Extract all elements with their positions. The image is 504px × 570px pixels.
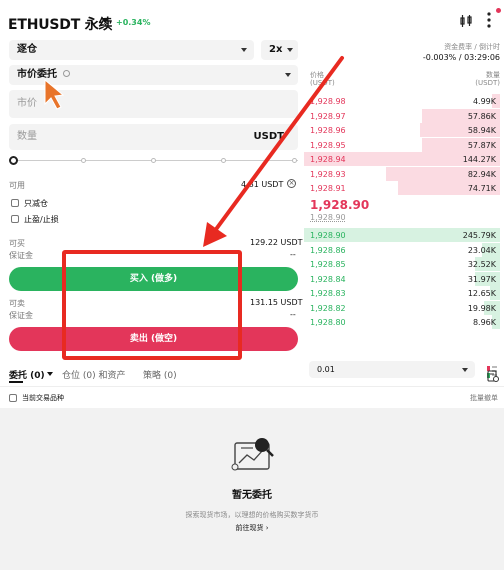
mouse-cursor-icon xyxy=(44,78,65,110)
annotation-overlay xyxy=(44,56,344,247)
annotation-arrow-head xyxy=(203,222,227,247)
annotation-arrow-line xyxy=(212,56,344,234)
